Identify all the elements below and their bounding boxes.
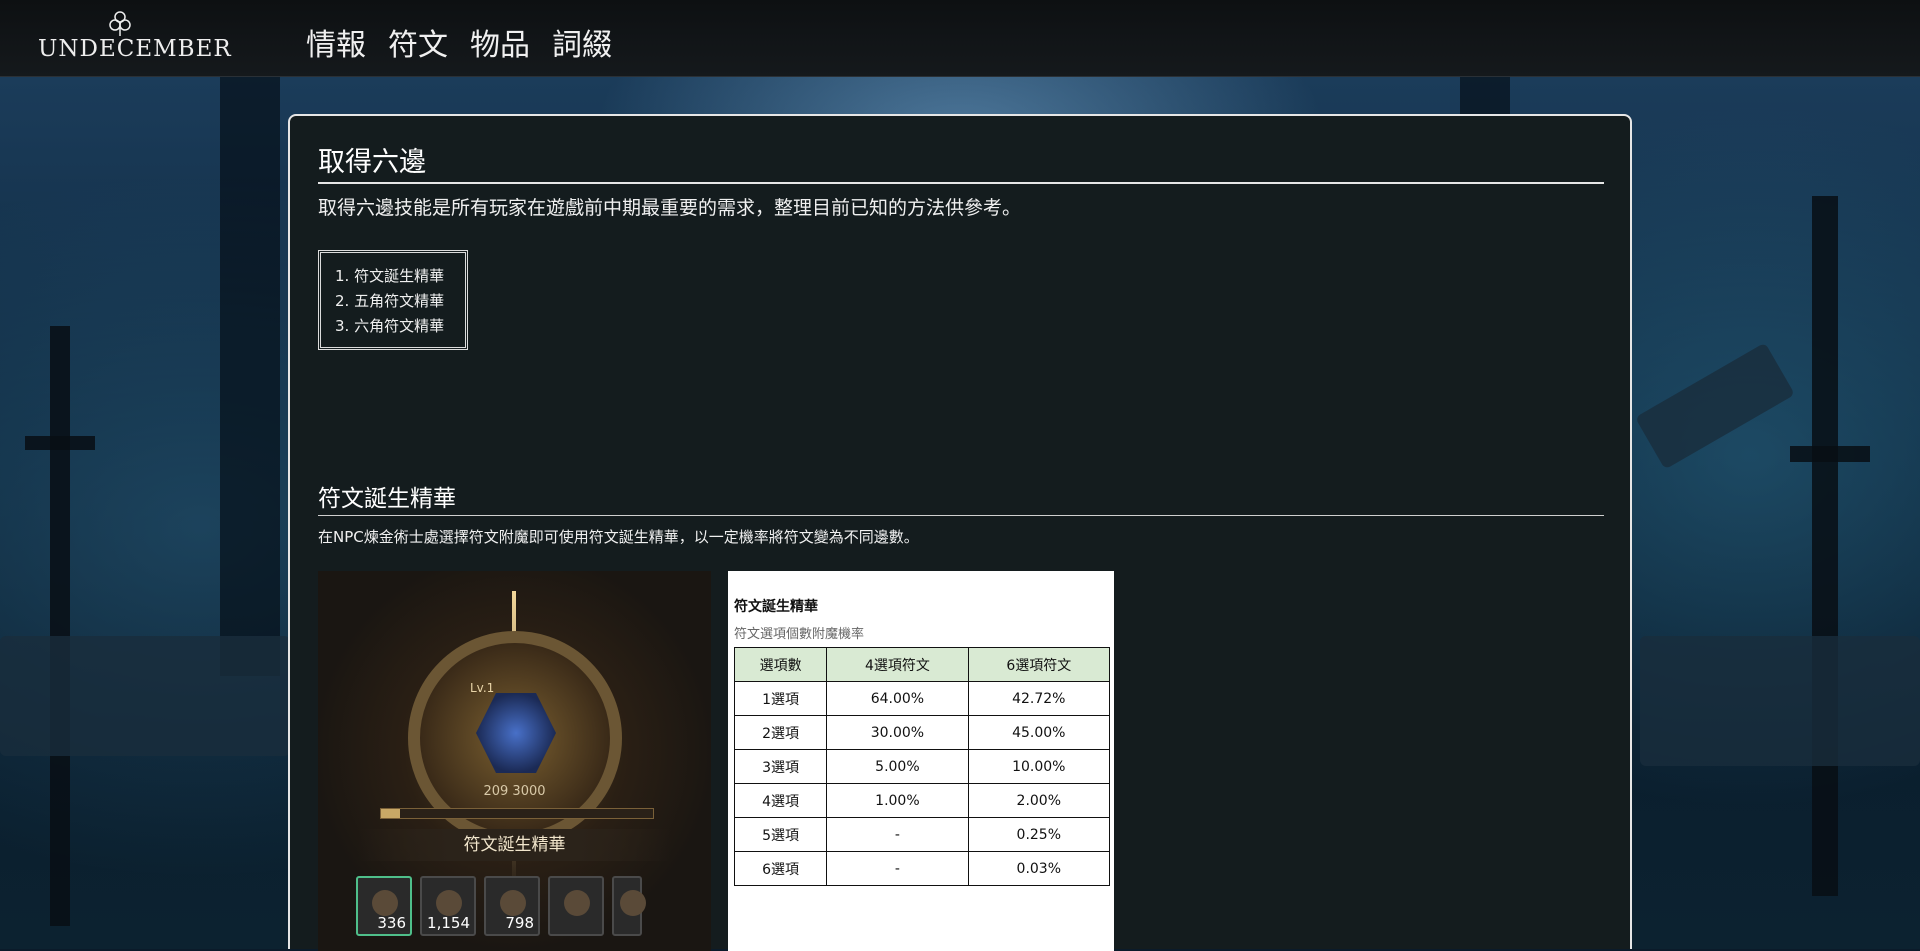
table-cell: 30.00% <box>826 715 969 750</box>
table-cell: 64.00% <box>826 681 969 716</box>
table-cell: 2.00% <box>967 783 1111 818</box>
background-rock <box>1635 342 1795 470</box>
table-title: 符文誕生精華 <box>734 599 818 615</box>
essence-icon <box>564 890 590 916</box>
table-cell: 6選項 <box>733 851 828 886</box>
table-cell: 0.25% <box>967 817 1111 852</box>
table-cell: 10.00% <box>967 749 1111 784</box>
table-cell: 1選項 <box>733 681 828 716</box>
table-of-contents: 1. 符文誕生精華 2. 五角符文精華 3. 六角符文精華 <box>318 250 468 350</box>
background-sword-guard <box>25 436 95 450</box>
top-navbar: UNDECEMBER 情報 符文 物品 詞綴 <box>0 0 1920 77</box>
table-row: 4選項 1.00% 2.00% <box>733 783 1111 818</box>
progress-text: 209 3000 <box>483 784 546 799</box>
table-cell: 2選項 <box>733 715 828 750</box>
background-sword-guard <box>1790 446 1870 462</box>
column-header: 選項數 <box>733 647 828 682</box>
essence-slot[interactable]: 1,154 <box>420 876 476 936</box>
table-cell: 42.72% <box>967 681 1111 716</box>
logo-text: UNDECEMBER <box>38 36 232 62</box>
essence-slot[interactable]: 336 <box>356 876 412 936</box>
table-subtitle: 符文選項個數附魔機率 <box>734 627 865 642</box>
table-cell: - <box>826 851 969 886</box>
slot-quantity: 798 <box>505 914 534 932</box>
table-cell: 45.00% <box>967 715 1111 750</box>
table-cell: 4選項 <box>733 783 828 818</box>
nav-item-items[interactable]: 物品 <box>470 26 530 66</box>
table-row: 1選項 64.00% 42.72% <box>733 681 1111 716</box>
toc-item[interactable]: 2. 五角符文精華 <box>335 289 465 314</box>
probability-table: 選項數 4選項符文 6選項符文 1選項 64.00% 42.72% 2選項 30… <box>733 647 1111 886</box>
table-row: 2選項 30.00% 45.00% <box>733 715 1111 750</box>
background-rock <box>0 636 290 756</box>
table-header-row: 選項數 4選項符文 6選項符文 <box>733 647 1111 682</box>
essence-slot[interactable] <box>548 876 604 936</box>
background-pillar <box>220 76 280 676</box>
table-cell: 5選項 <box>733 817 828 852</box>
nav-item-affixes[interactable]: 詞綴 <box>552 26 612 66</box>
intro-text: 取得六邊技能是所有玩家在遊戲前中期最重要的需求，整理目前已知的方法供參考。 <box>318 197 1022 219</box>
site-logo[interactable]: UNDECEMBER <box>38 10 232 66</box>
background-sword <box>50 326 70 926</box>
toc-item[interactable]: 3. 六角符文精華 <box>335 314 465 339</box>
table-row: 3選項 5.00% 10.00% <box>733 749 1111 784</box>
probability-table-card: 符文誕生精華 符文選項個數附魔機率 選項數 4選項符文 6選項符文 1選項 64… <box>728 571 1114 951</box>
slot-quantity: 336 <box>377 914 406 932</box>
table-cell: - <box>826 817 969 852</box>
essence-icon <box>500 890 526 916</box>
slot-quantity: 1,154 <box>427 914 470 932</box>
section-description: 在NPC煉金術士處選擇符文附魔即可使用符文誕生精華，以一定機率將符文變為不同邊數… <box>318 528 919 546</box>
table-cell: 5.00% <box>826 749 969 784</box>
background-sword <box>1812 196 1838 896</box>
section-heading: 符文誕生精華 <box>318 484 1604 516</box>
background-rock <box>1640 636 1920 766</box>
main-nav: 情報 符文 物品 詞綴 <box>306 26 634 66</box>
progress-bar <box>380 808 654 819</box>
toc-item[interactable]: 1. 符文誕生精華 <box>335 264 465 289</box>
nav-item-info[interactable]: 情報 <box>306 26 366 66</box>
essence-slot[interactable]: 798 <box>484 876 540 936</box>
column-header: 4選項符文 <box>826 647 969 682</box>
item-name-plate: 符文誕生精華 <box>358 829 671 861</box>
page-title: 取得六邊 <box>318 146 1604 184</box>
table-row: 5選項 - 0.25% <box>733 817 1111 852</box>
essence-icon <box>372 890 398 916</box>
table-cell: 1.00% <box>826 783 969 818</box>
game-screenshot: Lv.1 209 3000 符文誕生精華 336 1,154 798 <box>318 571 711 951</box>
essence-slots: 336 1,154 798 <box>356 876 646 936</box>
table-cell: 3選項 <box>733 749 828 784</box>
table-cell: 0.03% <box>967 851 1111 886</box>
rune-level: Lv.1 <box>470 681 495 695</box>
logo-emblem-icon <box>109 11 131 36</box>
nav-item-runes[interactable]: 符文 <box>388 26 448 66</box>
essence-icon <box>620 890 646 916</box>
essence-slot[interactable] <box>612 876 646 936</box>
content-panel: 取得六邊 取得六邊技能是所有玩家在遊戲前中期最重要的需求，整理目前已知的方法供參… <box>288 114 1632 951</box>
table-row: 6選項 - 0.03% <box>733 851 1111 886</box>
progress-bar-fill <box>381 809 400 818</box>
essence-icon <box>436 890 462 916</box>
column-header: 6選項符文 <box>967 647 1111 682</box>
